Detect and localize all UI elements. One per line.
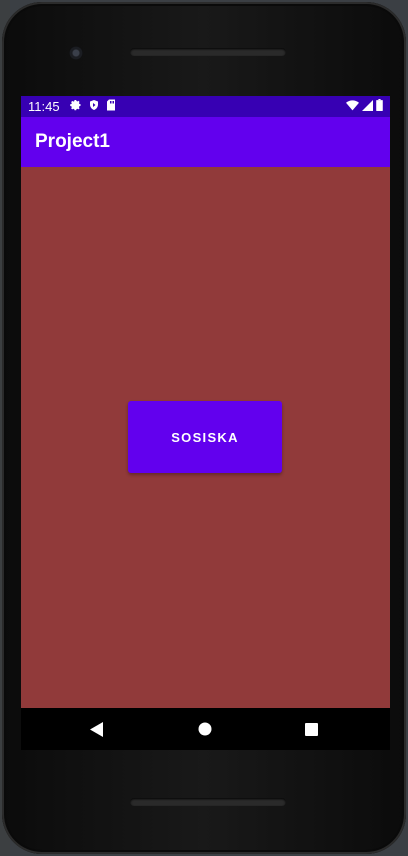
phone-frame: 11:45 Project1 SOSISKA	[2, 2, 406, 854]
battery-icon	[376, 99, 383, 114]
front-camera	[69, 46, 83, 60]
sosiska-button[interactable]: SOSISKA	[128, 401, 282, 473]
navigation-bar	[21, 708, 390, 750]
signal-icon	[362, 99, 373, 114]
recents-icon[interactable]	[291, 708, 331, 750]
bottom-speaker	[130, 798, 286, 806]
shield-icon	[88, 99, 100, 114]
gear-icon	[70, 99, 82, 114]
wifi-icon	[346, 99, 359, 114]
app-title: Project1	[35, 131, 110, 152]
sd-card-icon	[106, 99, 116, 114]
status-time: 11:45	[28, 99, 60, 114]
main-content: SOSISKA	[21, 167, 390, 708]
app-bar: Project1	[21, 117, 390, 167]
back-icon[interactable]	[77, 708, 117, 750]
device-screen: 11:45 Project1 SOSISKA	[21, 96, 390, 750]
status-bar: 11:45	[21, 96, 390, 117]
earpiece-speaker	[130, 48, 286, 56]
home-icon[interactable]	[185, 708, 225, 750]
